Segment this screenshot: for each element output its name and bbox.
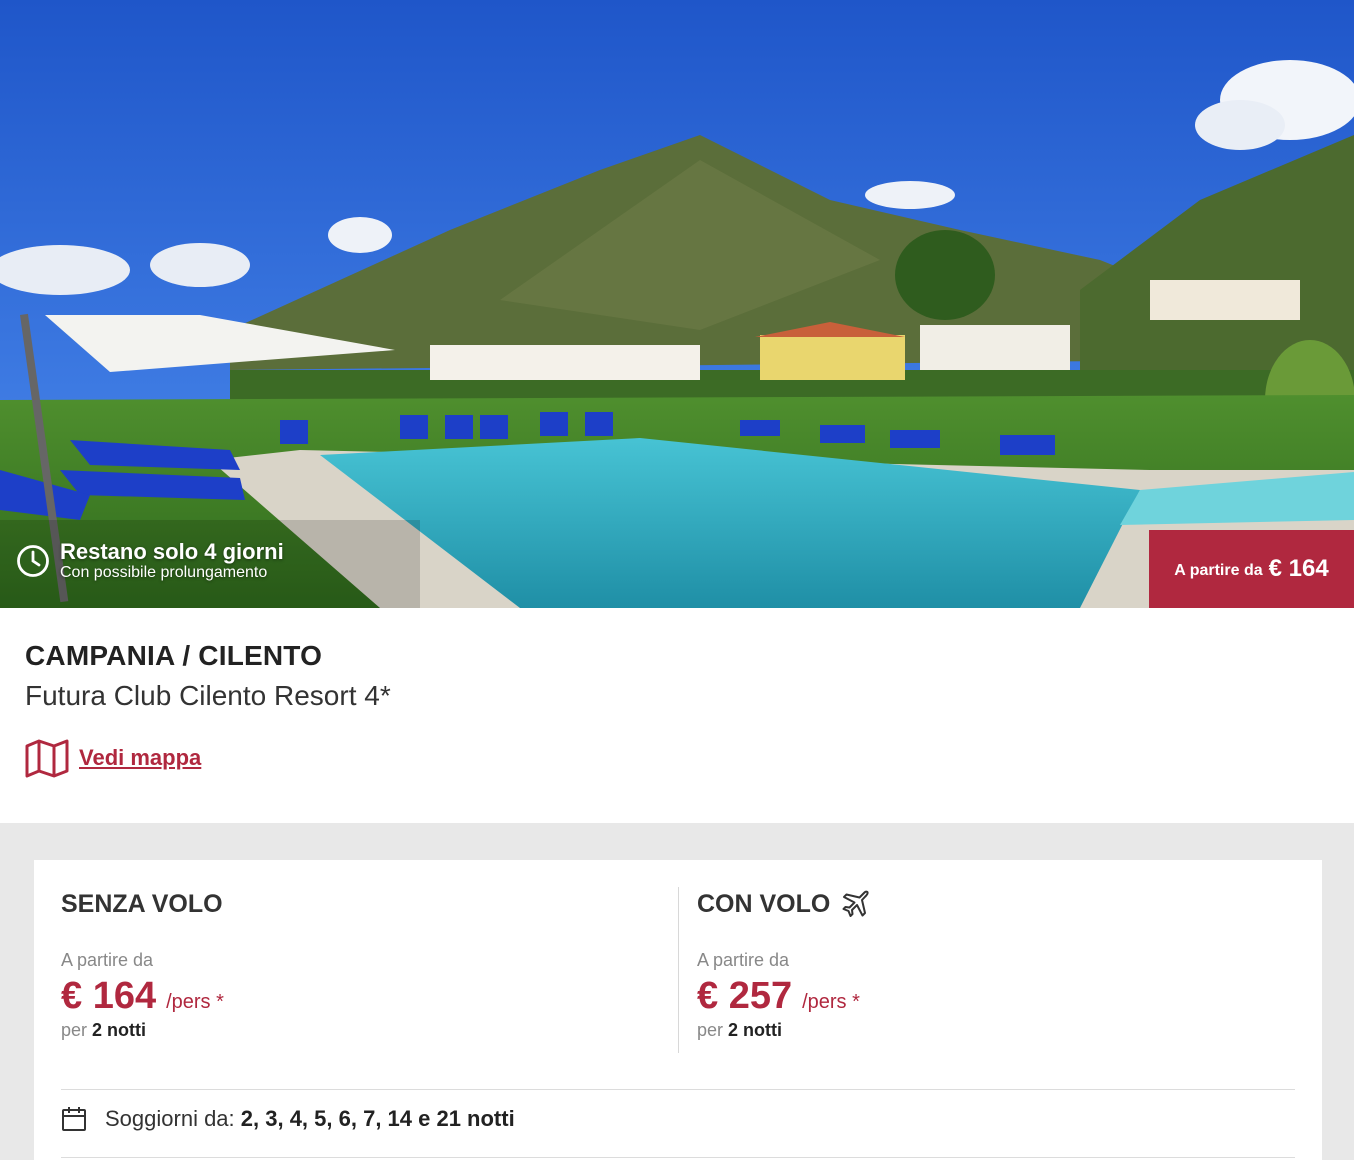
resort-photo	[0, 0, 1354, 608]
hotel-name[interactable]: Futura Club Cilento Resort 4*	[25, 680, 1325, 712]
from-label: A partire da	[61, 950, 154, 970]
hero-image[interactable]: Restano solo 4 giorni Con possibile prol…	[0, 0, 1354, 608]
offer-without-flight[interactable]: SENZA VOLO A partire da € 164 /pers * pe…	[61, 888, 677, 1041]
region-title: CAMPANIA / CILENTO	[25, 640, 323, 671]
price-unit: /pers *	[166, 991, 224, 1013]
countdown-title: Restano solo 4 giorni	[60, 539, 284, 564]
countdown-subtitle: Con possibile prolungamento	[60, 564, 268, 582]
price-badge-value: € 164	[1268, 555, 1329, 582]
offer-title: SENZA VOLO	[61, 889, 223, 918]
nights-info: per 2 notti	[61, 1020, 677, 1041]
column-divider	[678, 887, 679, 1053]
hotel-info: CAMPANIA / CILENTO Futura Club Cilento R…	[25, 640, 1325, 778]
section-divider	[61, 1157, 1295, 1158]
map-link-label[interactable]: Vedi mappa	[79, 745, 201, 771]
nights-count: 2 notti	[728, 1020, 783, 1040]
price-unit: /pers *	[802, 991, 860, 1013]
offer-with-flight[interactable]: CON VOLO A partire da € 257 /pers * per …	[697, 888, 1297, 1041]
stays-row: Soggiorni da: 2, 3, 4, 5, 6, 7, 14 e 21 …	[61, 1106, 515, 1132]
clock-icon	[17, 544, 49, 577]
nights-info: per 2 notti	[697, 1020, 1297, 1041]
stays-values: 2, 3, 4, 5, 6, 7, 14 e 21 notti	[240, 1106, 515, 1131]
section-divider	[61, 1089, 1295, 1090]
countdown-banner: Restano solo 4 giorni Con possibile prol…	[16, 539, 284, 582]
from-label: A partire da	[697, 950, 790, 970]
offer-price: € 257	[697, 975, 793, 1017]
map-icon	[25, 739, 69, 778]
map-link[interactable]: Vedi mappa	[25, 738, 1325, 778]
calendar-icon	[62, 1107, 86, 1131]
offers-card: SENZA VOLO A partire da € 164 /pers * pe…	[34, 860, 1322, 1160]
nights-prefix: per	[61, 1020, 88, 1040]
price-badge[interactable]: A partire da € 164	[1149, 530, 1354, 608]
nights-prefix: per	[697, 1020, 724, 1040]
stays-label: Soggiorni da:	[105, 1106, 235, 1131]
offer-price: € 164	[61, 975, 157, 1017]
price-badge-label: A partire da	[1174, 562, 1263, 579]
plane-icon	[842, 890, 869, 917]
offer-title: CON VOLO	[697, 889, 831, 918]
nights-count: 2 notti	[92, 1020, 147, 1040]
